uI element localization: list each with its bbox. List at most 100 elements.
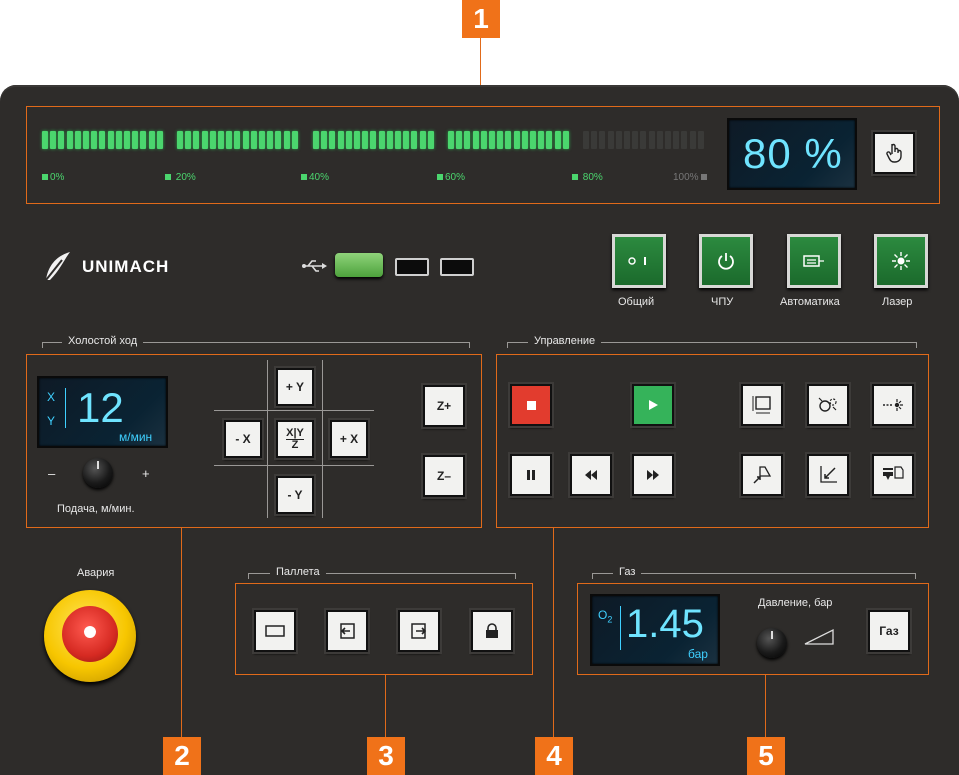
meter-segment	[464, 131, 471, 149]
usb-port-2[interactable]	[440, 258, 474, 276]
move-to-start-button[interactable]	[741, 454, 783, 496]
meter-segment	[624, 131, 630, 149]
emergency-cap	[62, 606, 118, 662]
meter-segment	[599, 131, 606, 149]
meter-segment	[681, 131, 688, 149]
pallet-in-icon	[340, 623, 355, 639]
move-to-zero-button[interactable]	[807, 454, 849, 496]
meter-segment	[370, 131, 377, 149]
meter-segment	[313, 131, 319, 149]
usb-icon	[302, 260, 327, 272]
pallet-frame-button[interactable]	[254, 610, 296, 652]
meter-segment	[177, 131, 183, 149]
meter-segment	[74, 131, 81, 149]
automation-icon	[803, 255, 824, 267]
speed-unit: м/мин	[119, 430, 153, 444]
control-title-line-left	[507, 342, 508, 348]
z-plus-button[interactable]: Z+	[423, 385, 465, 427]
laser-icon	[892, 252, 910, 270]
emergency-stop-button[interactable]	[44, 590, 136, 682]
emergency-label: Авария	[77, 567, 115, 579]
meter-segment	[115, 131, 122, 149]
callout-2-line	[181, 527, 182, 739]
general-switch[interactable]	[612, 234, 666, 288]
pallet-lock-button[interactable]	[471, 610, 513, 652]
jog-xyz-button[interactable]: X|Y Z	[276, 420, 314, 458]
fast-forward-icon	[647, 470, 659, 480]
pallet-unload-button[interactable]	[398, 610, 440, 652]
meter-segment	[283, 131, 290, 149]
automation-switch[interactable]	[787, 234, 841, 288]
brand-name: UNIMACH	[82, 257, 170, 276]
play-icon	[649, 400, 658, 410]
gas-pressure-knob[interactable]	[757, 628, 787, 658]
pallet-title: Паллета	[270, 566, 326, 578]
fast-forward-button[interactable]	[632, 454, 674, 496]
laser-pointer-button[interactable]	[872, 384, 914, 426]
axis-x-label: X	[47, 390, 56, 404]
usb-port-1[interactable]	[395, 258, 429, 276]
meter-segment	[354, 131, 360, 149]
meter-segment	[403, 131, 410, 149]
jog-minus-y-button[interactable]: - Y	[276, 476, 314, 514]
rewind-button[interactable]	[570, 454, 612, 496]
meter-segment	[521, 131, 528, 149]
jog-minus-x-button[interactable]: - X	[224, 420, 262, 458]
gas-button[interactable]: Газ	[868, 610, 910, 652]
gas-symbol: O2	[598, 608, 613, 625]
callout-2: 2	[163, 737, 201, 775]
meter-segment	[50, 131, 57, 149]
meter-segment	[607, 131, 614, 149]
meter-segment	[140, 131, 147, 149]
pause-icon	[527, 470, 535, 480]
jog-plus-y-button[interactable]: + Y	[276, 368, 314, 406]
stop-button[interactable]	[510, 384, 552, 426]
feed-plus: +	[142, 466, 150, 481]
meter-segment	[689, 131, 696, 149]
meter-segment	[538, 131, 545, 149]
pallet-title-line-left	[248, 573, 249, 579]
meter-segment	[42, 131, 48, 149]
meter-segment	[497, 131, 504, 149]
toggle-switch-icon	[628, 257, 646, 265]
callout-1: 1	[462, 0, 500, 38]
laser-switch[interactable]	[874, 234, 928, 288]
meter-segment	[386, 131, 393, 149]
meter-segment	[329, 131, 336, 149]
meter-segment	[648, 131, 655, 149]
pause-button[interactable]	[510, 454, 552, 496]
gas-title-line-right	[915, 573, 916, 579]
meter-segment	[250, 131, 257, 149]
meter-segment	[337, 131, 344, 149]
calibration-button[interactable]	[807, 384, 849, 426]
axis-y-label: Y	[47, 414, 56, 428]
power-hand-button[interactable]	[873, 132, 915, 174]
z-minus-button[interactable]: Z–	[423, 455, 465, 497]
tick-60: 60%	[437, 172, 465, 183]
general-switch-label: Общий	[618, 296, 655, 308]
unload-button[interactable]	[872, 454, 914, 496]
meter-segment	[242, 131, 249, 149]
usb-stick[interactable]	[335, 253, 383, 277]
meter-segment	[107, 131, 114, 149]
cnc-switch[interactable]	[699, 234, 753, 288]
meter-segment	[530, 131, 536, 149]
meter-segment	[345, 131, 352, 149]
meter-segment	[456, 131, 463, 149]
gas-title-line-left	[592, 573, 593, 579]
control-title-line-right	[916, 342, 917, 348]
meter-segment	[489, 131, 495, 149]
meter-segment	[665, 131, 671, 149]
power-icon	[718, 253, 734, 270]
laser-switch-label: Лазер	[882, 296, 913, 308]
feed-knob[interactable]	[83, 458, 113, 488]
meter-segment	[66, 131, 73, 149]
frame-button[interactable]	[741, 384, 783, 426]
power-display: 80 %	[727, 118, 857, 190]
meter-segment	[472, 131, 479, 149]
pallet-load-button[interactable]	[326, 610, 368, 652]
meter-segment	[583, 131, 589, 149]
meter-segment	[267, 131, 274, 149]
start-button[interactable]	[632, 384, 674, 426]
jog-plus-x-button[interactable]: + X	[330, 420, 368, 458]
